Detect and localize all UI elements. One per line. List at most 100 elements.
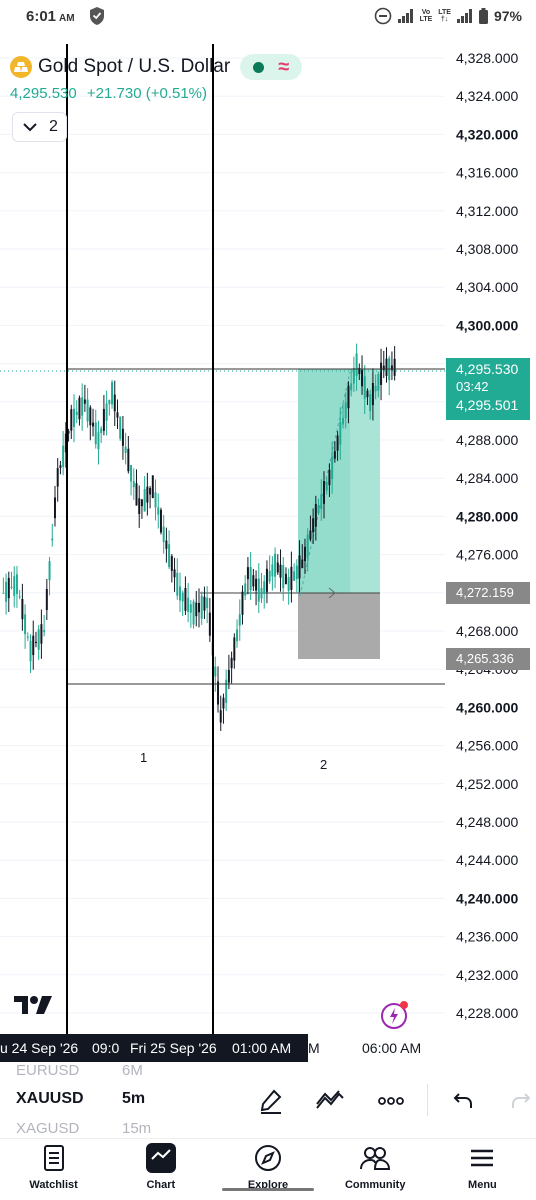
price-tick-label: 4,316.000	[456, 165, 518, 181]
entry-price-tag[interactable]: 4,272.159	[446, 582, 530, 604]
indicators-button[interactable]	[313, 1084, 347, 1118]
candle-body	[124, 446, 127, 453]
candle-body	[282, 565, 285, 589]
drawing-tools-button[interactable]	[254, 1084, 288, 1118]
candle-body	[181, 592, 184, 602]
candle-body	[116, 412, 119, 418]
price-tick-label: 4,268.000	[456, 623, 518, 639]
candle-body	[83, 399, 86, 404]
price-axis[interactable]: 4,328.000 4,324.000 4,320.000 4,316.000 4,31…	[456, 50, 518, 1021]
candle-body	[189, 604, 192, 613]
candle-body	[314, 503, 317, 527]
ghost-symbol-bottom: XAGUSD	[16, 1120, 80, 1137]
candle-body	[62, 445, 65, 467]
candle-body	[322, 481, 325, 504]
candle-body	[173, 569, 176, 578]
compass-icon	[255, 1145, 281, 1171]
candle-body	[127, 448, 130, 472]
signal-icon-2	[456, 9, 472, 23]
candle-body	[295, 565, 298, 580]
candle-body	[298, 555, 301, 579]
candle-body	[159, 509, 162, 533]
label-2: 2	[320, 757, 327, 772]
price-tick-label: 4,256.000	[456, 738, 518, 754]
symbol-selector[interactable]: XAUUSD	[16, 1090, 84, 1108]
candle-body	[320, 494, 323, 510]
time-axis[interactable]: u 24 Sep '26 09:0 Fri 25 Sep '26 01:00 A…	[0, 1034, 536, 1064]
more-dots-icon	[378, 1097, 404, 1105]
candle-body	[48, 561, 51, 581]
candle-body	[328, 469, 331, 486]
candle-body	[214, 666, 217, 677]
candle-body	[244, 583, 247, 596]
candle-body	[140, 499, 143, 507]
candle-body	[119, 416, 122, 439]
candle-body	[301, 559, 304, 569]
price-tick-label: 4,320.000	[456, 126, 518, 142]
symbol-title[interactable]: Gold Spot / U.S. Dollar	[38, 56, 230, 78]
live-price-value: 4,295.530	[456, 361, 519, 377]
candle-body	[157, 507, 160, 515]
candle-body	[284, 573, 287, 585]
candle-body	[350, 383, 353, 391]
interval-selector[interactable]: 5m	[122, 1090, 145, 1108]
undo-icon	[453, 1093, 472, 1108]
chart-toolbar: EURUSD 6M XAUUSD 5m XAGUSD 15m	[0, 1062, 536, 1138]
candle-body	[7, 577, 10, 599]
candle-body	[187, 597, 190, 613]
candle-body	[198, 603, 200, 613]
price-tick-label: 4,280.000	[456, 508, 518, 524]
nav-menu[interactable]: Menu	[429, 1139, 536, 1200]
candle-body	[135, 483, 138, 506]
nav-watchlist[interactable]: Watchlist	[0, 1139, 107, 1200]
undo-button[interactable]	[446, 1084, 480, 1118]
price-tick-label: 4,304.000	[456, 279, 518, 295]
tradingview-logo-icon[interactable]	[14, 994, 54, 1016]
candle-body	[238, 614, 241, 626]
price-tick-label: 4,232.000	[456, 967, 518, 983]
shield-icon	[90, 7, 104, 25]
price-tick-label: 4,260.000	[456, 699, 518, 715]
nav-community[interactable]: Community	[322, 1139, 429, 1200]
candle-body	[290, 566, 293, 590]
candle-body	[37, 629, 40, 650]
candle-body	[260, 588, 263, 599]
symbol-header[interactable]: Gold Spot / U.S. Dollar ≈	[10, 54, 303, 80]
candle-body	[45, 589, 48, 610]
redo-button[interactable]	[506, 1084, 536, 1118]
candle-body	[176, 572, 179, 596]
flash-news-icon[interactable]	[380, 1000, 410, 1030]
nav-label: Community	[344, 1179, 406, 1191]
indicators-collapse-button[interactable]: 2	[12, 112, 67, 142]
candle-body	[15, 574, 18, 594]
candle-body	[271, 564, 274, 577]
stop-price-tag[interactable]: 4,265.336	[446, 648, 530, 670]
candle-body	[162, 526, 165, 543]
candle-body	[34, 641, 37, 643]
price-chart[interactable]: 4,328.000 4,324.000 4,320.000 4,316.000 4,31…	[0, 34, 536, 1034]
gesture-bar	[222, 1188, 314, 1191]
candle-body	[385, 358, 388, 376]
candle-body	[312, 518, 315, 533]
candle-body	[255, 578, 258, 591]
more-button[interactable]	[374, 1084, 408, 1118]
price-tick-label: 4,328.000	[456, 50, 518, 66]
watchlist-icon	[43, 1145, 64, 1171]
price-tick-label: 4,240.000	[456, 890, 518, 906]
market-status-pill[interactable]: ≈	[240, 54, 303, 80]
candle-body	[374, 385, 377, 392]
candle-body	[43, 630, 46, 633]
candle-body	[111, 382, 114, 405]
candle-body	[78, 397, 81, 420]
candle-body	[130, 465, 133, 482]
candle-body	[369, 394, 372, 412]
candle-body	[219, 710, 222, 723]
stop-zone[interactable]	[298, 593, 380, 659]
candle-body	[339, 422, 342, 445]
nav-chart[interactable]: Chart	[107, 1139, 214, 1200]
candle-body	[246, 567, 249, 580]
candle-body	[241, 591, 244, 615]
candle-body	[151, 475, 154, 499]
candle-body	[263, 581, 266, 594]
live-price-tag[interactable]: 4,295.530 03:42 4,295.501	[446, 358, 530, 420]
